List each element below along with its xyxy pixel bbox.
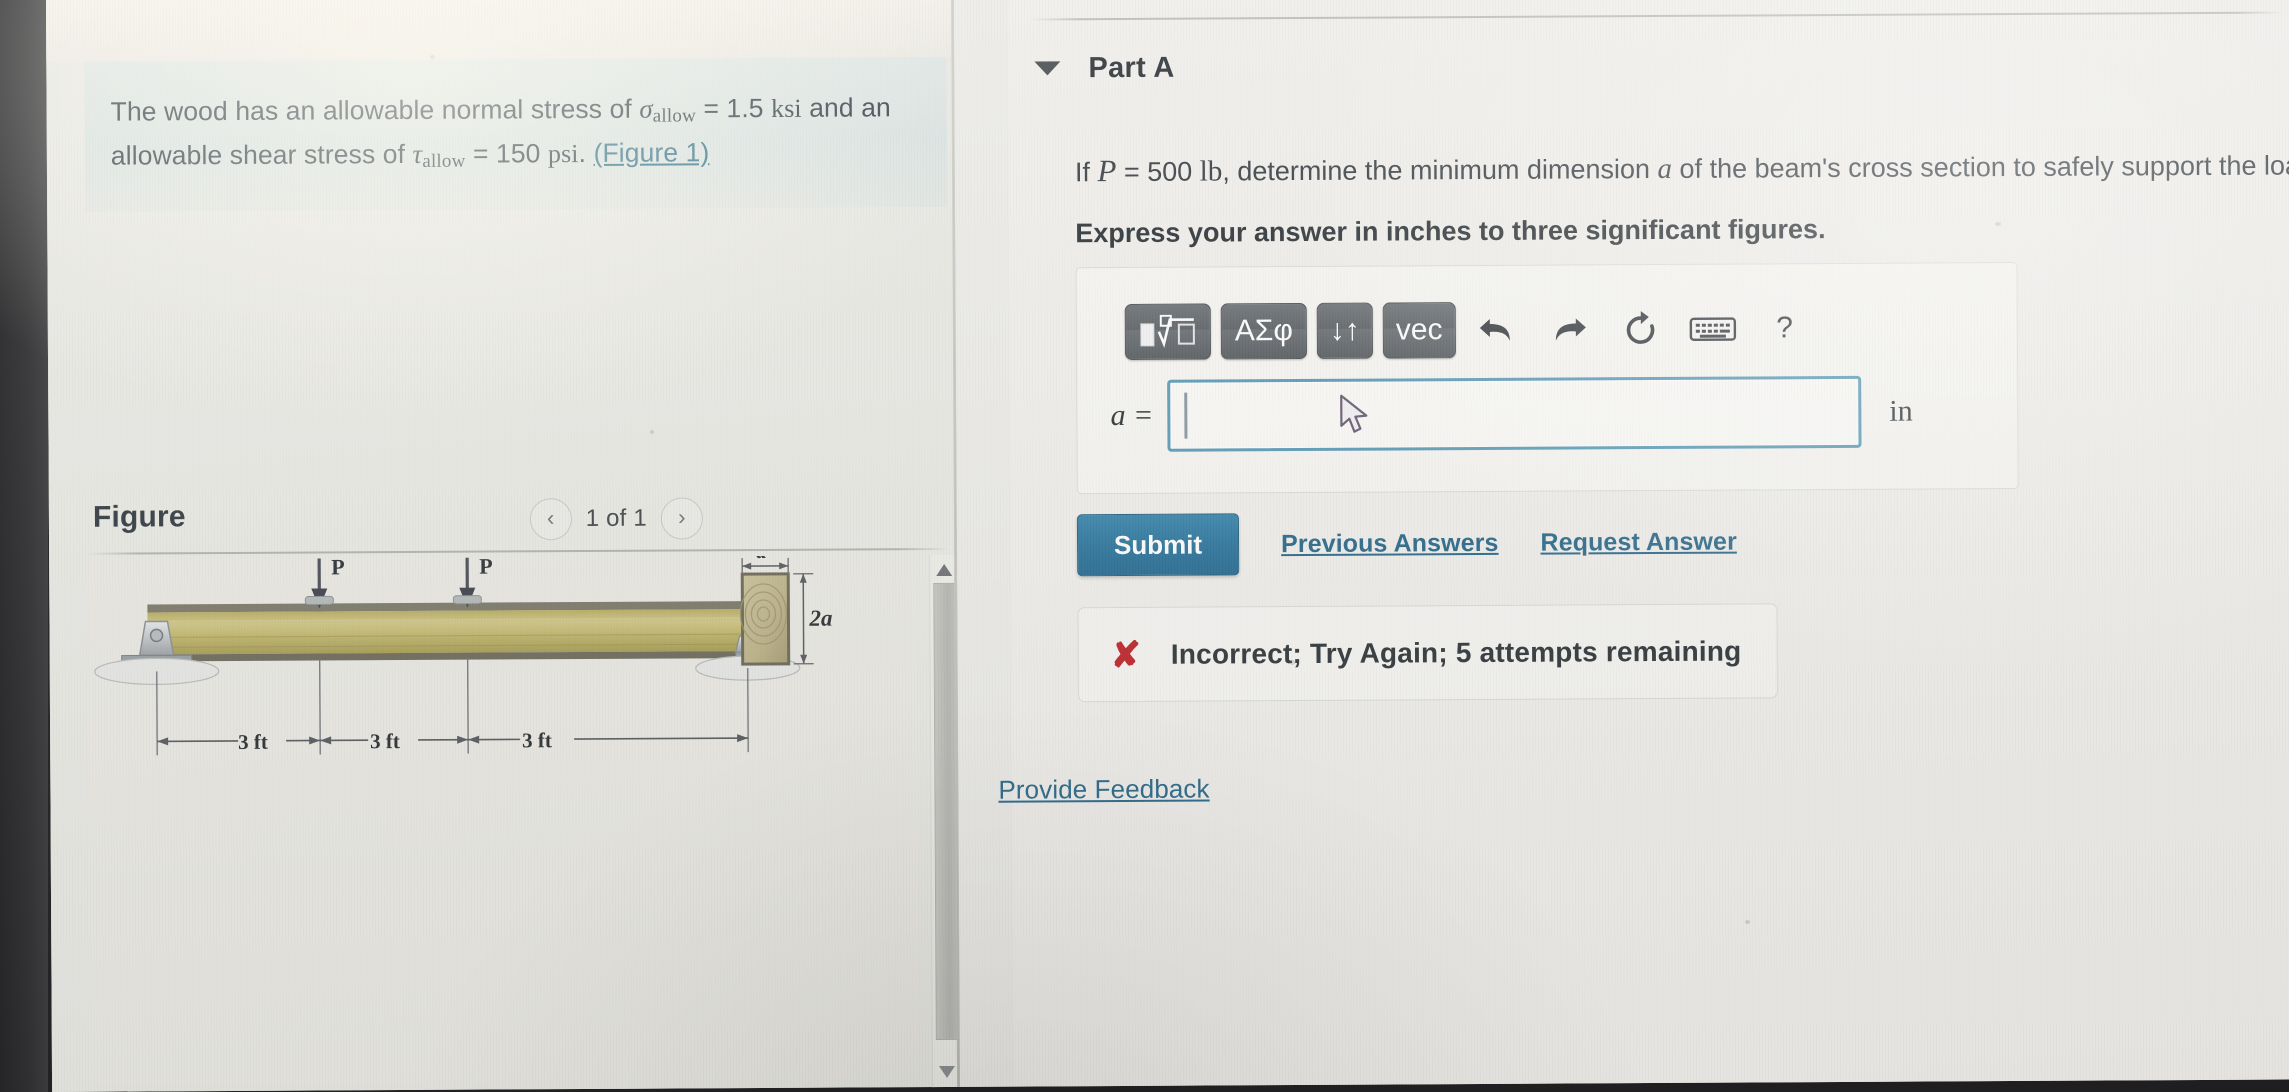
help-button[interactable]: ? [1753,300,1815,356]
question-mid: = 500 [1116,156,1200,188]
scroll-up-arrow-icon[interactable] [934,561,954,579]
question-post: of the beam's cross section to safely su… [1671,150,2289,184]
figure-1-link[interactable]: (Figure 1) [593,137,709,168]
answer-card: ΑΣφ ↓↑ vec ? a = in [1075,261,2019,495]
part-header[interactable]: Part A [1034,42,1175,95]
right-gutter [953,0,1015,1087]
tau-value: = 150 [465,138,549,169]
tau-symbol: τ [412,138,423,169]
question-a-symbol: a [1657,152,1673,186]
submit-row: Submit Previous Answers Request Answer [1076,511,1737,577]
question-unit: lb [1199,155,1223,188]
redo-arrow-icon[interactable] [1537,301,1599,357]
figure-title: Figure [92,500,186,534]
keyboard-icon[interactable] [1681,301,1743,357]
figure-prev-button[interactable]: ‹ [529,498,572,541]
answer-input[interactable] [1167,375,1862,452]
collapse-triangle-down-icon[interactable] [1034,61,1061,76]
sigma-value: = 1.5 [695,92,772,124]
tau-unit: psi [547,139,579,169]
updown-arrows-button[interactable]: ↓↑ [1316,302,1374,359]
statement-line1-pre: The wood has an allowable normal stress … [110,93,640,127]
beam [147,601,748,662]
figure-canvas: P P 3 ft 3 ft 3 ft 2a [87,539,921,1085]
photographed-screen: The wood has an allowable normal stress … [0,0,2289,1092]
statement-line2-post: . [578,137,594,169]
load-label-left: P [331,555,345,579]
provide-feedback-row: Provide Feedback [998,772,1418,805]
scroll-down-arrow-icon[interactable] [937,1063,957,1081]
provide-feedback-link[interactable]: Provide Feedback [998,774,1209,805]
vector-button[interactable]: vec [1382,302,1456,359]
mouse-pointer-icon [1340,394,1368,433]
previous-answers-link[interactable]: Previous Answers [1281,528,1499,558]
sigma-subscript: allow [652,105,697,127]
problem-statement-text: The wood has an allowable normal stress … [111,89,917,182]
answer-row: a = in [1097,375,1997,452]
sigma-unit: ksi [770,93,802,123]
undo-arrow-icon[interactable] [1465,302,1527,358]
statement-line2-pre: allowable shear stress of [110,138,413,171]
template-radical-icon [1140,314,1195,348]
left-panel: The wood has an allowable normal stress … [46,0,962,1092]
section-height-label: 2a [808,606,832,631]
reset-circular-arrow-icon[interactable] [1609,301,1671,357]
feedback-message: Incorrect; Try Again; 5 attempts remaini… [1170,635,1742,670]
monitor-bezel [0,0,48,1092]
incorrect-x-icon: ✘ [1110,633,1141,675]
figure-header: Figure ‹ 1 of 1 › [87,482,949,553]
dimension-label-2: 3 ft [370,729,400,753]
section-width-label: a [756,555,767,563]
answer-unit: in [1889,394,1913,428]
submit-button[interactable]: Submit [1076,513,1240,577]
figure-next-button[interactable]: › [660,497,704,540]
feedback-banner: ✘ Incorrect; Try Again; 5 attempts remai… [1077,603,1778,703]
dimension-label-3: 3 ft [522,728,552,752]
part-top-divider [1030,11,2286,21]
question-P-symbol: P [1097,153,1117,189]
sigma-symbol: σ [639,93,653,124]
part-title: Part A [1088,51,1175,84]
right-panel: Part A If P = 500 lb, determine the mini… [998,0,2289,1087]
beam-diagram-svg: P P 3 ft 3 ft 3 ft 2a [94,539,833,756]
load-arrow-right [452,557,482,608]
answer-label: a = [1110,398,1154,433]
math-template-button[interactable] [1124,303,1212,360]
question-text: If P = 500 lb, determine the minimum dim… [1075,145,2289,191]
request-answer-link[interactable]: Request Answer [1540,527,1737,557]
text-caret [1184,392,1188,439]
problem-statement: The wood has an allowable normal stress … [84,56,948,212]
question-mid2: , determine the minimum dimension [1222,154,1658,187]
screen-content: The wood has an allowable normal stress … [46,0,2289,1092]
question-pre: If [1074,157,1098,188]
load-label-right: P [479,555,493,578]
figure-page-label: 1 of 1 [585,504,647,532]
tau-subscript: allow [422,150,466,172]
math-toolbar: ΑΣφ ↓↑ vec ? [1124,292,1905,368]
cross-section-inset: a 2a [739,539,833,666]
load-arrow-left [304,558,334,609]
figure-pager: ‹ 1 of 1 › [529,497,704,541]
statement-line1-post: and an [801,92,891,123]
greek-symbols-button[interactable]: ΑΣφ [1220,302,1308,360]
left-panel-top-strip [46,0,952,62]
express-answer-instruction: Express your answer in inches to three s… [1075,214,1826,249]
dimension-label-1: 3 ft [238,730,268,754]
